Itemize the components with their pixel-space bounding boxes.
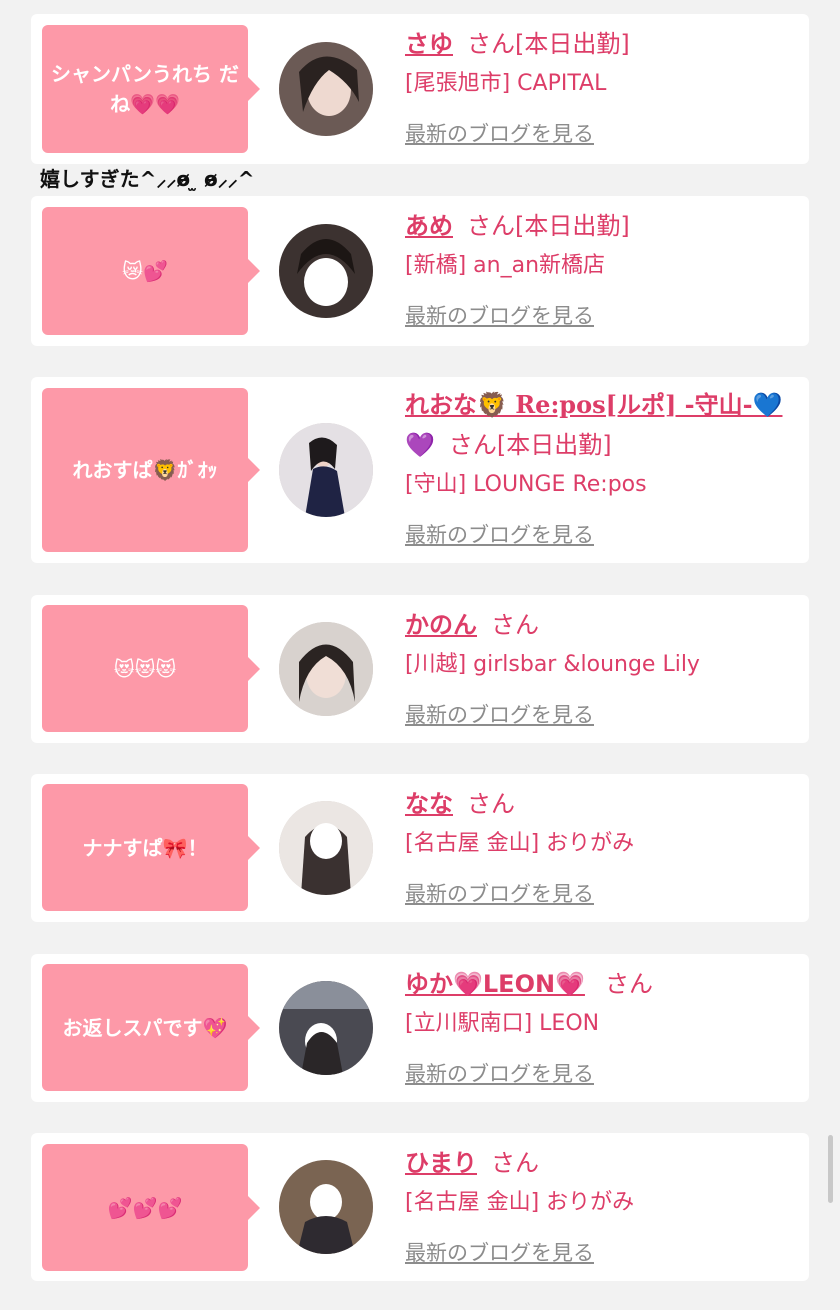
caption-text: 嬉しすぎた^⸝⸝ɵ̷ ̫ ɵ̷⸝⸝^ <box>40 167 255 191</box>
message-bubble: 😻😻😻 <box>42 605 260 732</box>
name-line: なな さん <box>405 784 795 824</box>
name-line: かのん さん <box>405 605 795 645</box>
honorific: さん <box>491 1149 539 1177</box>
name-line: ゆか💗LEON💗 さん <box>405 964 795 1004</box>
honorific: さん <box>604 970 653 998</box>
message-bubble: 😿💕 <box>42 207 260 335</box>
shop-label: [名古屋 金山] おりがみ <box>405 831 635 856</box>
blog-link[interactable]: 最新のブログを見る <box>405 1054 594 1094</box>
cast-name-link[interactable]: ゆか💗LEON💗 <box>405 970 585 998</box>
blog-card: 😻😻😻 かのん さん [川越] girlsbar &lounge Lily 最新の… <box>31 595 809 743</box>
cast-info: さゆ さん[本日出勤] [尾張旭市] CAPITAL 最新のブログを見る <box>405 24 795 154</box>
shop-label: [立川駅南口] LEON <box>405 1011 600 1036</box>
cast-info: ひまり さん [名古屋 金山] おりがみ 最新のブログを見る <box>405 1143 795 1273</box>
shop-label: [川越] girlsbar &lounge Lily <box>405 652 700 677</box>
message-bubble: れおすぱ🦁ｶﾞｵｯ <box>42 388 260 552</box>
blog-link[interactable]: 最新のブログを見る <box>405 296 594 336</box>
name-continued: 💜 <box>405 431 435 459</box>
blog-card: シャンパンうれち だね💗💗 さゆ さん[本日出勤] [尾張旭市] CAPITAL … <box>31 14 809 164</box>
name-line: ひまり さん <box>405 1143 795 1183</box>
message-bubble: シャンパンうれち だね💗💗 <box>42 25 260 153</box>
cast-info: かのん さん [川越] girlsbar &lounge Lily 最新のブログを… <box>405 605 795 735</box>
status-label: [本日出勤] <box>496 431 612 459</box>
blog-link[interactable]: 最新のブログを見る <box>405 114 594 154</box>
name-line: あめ さん[本日出勤] <box>405 206 795 246</box>
avatar[interactable] <box>279 622 373 716</box>
cast-name-link[interactable]: なな <box>405 790 453 818</box>
honorific: さん <box>467 30 515 58</box>
status-label: [本日出勤] <box>515 212 630 240</box>
blog-card: 💕💕💕 ひまり さん [名古屋 金山] おりがみ 最新のブログを見る <box>31 1133 809 1281</box>
cast-name-link[interactable]: れおな🦁 Re:pos[ルポ] -守山-💙 <box>405 390 782 419</box>
shop-label: [新橋] an_an新橋店 <box>405 253 606 278</box>
status-label: [本日出勤] <box>515 30 630 58</box>
message-bubble: ナナすぱ🎀！ <box>42 784 260 911</box>
avatar[interactable] <box>279 801 373 895</box>
blog-card: お返しスパです💖 ゆか💗LEON💗 さん [立川駅南口] LEON 最新のブログを… <box>31 954 809 1102</box>
blog-card: 😿💕 あめ さん[本日出勤] [新橋] an_an新橋店 最新のブログを見る <box>31 196 809 346</box>
honorific: さん <box>448 431 497 459</box>
avatar[interactable] <box>279 42 373 136</box>
shop-label: [名古屋 金山] おりがみ <box>405 1190 635 1215</box>
scrollbar[interactable] <box>828 1135 833 1203</box>
name-line: れおな🦁 Re:pos[ルポ] -守山-💙 <box>405 385 795 425</box>
avatar[interactable] <box>279 423 373 517</box>
blog-link[interactable]: 最新のブログを見る <box>405 695 594 735</box>
shop-label: [尾張旭市] CAPITAL <box>405 71 607 96</box>
avatar[interactable] <box>279 224 373 318</box>
cast-name-link[interactable]: さゆ <box>405 30 453 58</box>
honorific: さん <box>467 790 515 818</box>
cast-info: ゆか💗LEON💗 さん [立川駅南口] LEON 最新のブログを見る <box>405 964 795 1094</box>
avatar[interactable] <box>279 981 373 1075</box>
name-line: さゆ さん[本日出勤] <box>405 24 795 64</box>
cast-name-link[interactable]: ひまり <box>405 1149 477 1177</box>
honorific: さん <box>467 212 515 240</box>
message-bubble: 💕💕💕 <box>42 1144 260 1271</box>
cast-name-link[interactable]: かのん <box>405 611 477 639</box>
message-bubble: お返しスパです💖 <box>42 964 260 1091</box>
name-line-continued: 💜 さん[本日出勤] <box>405 425 795 465</box>
blog-link[interactable]: 最新のブログを見る <box>405 515 594 555</box>
honorific: さん <box>491 611 539 639</box>
cast-name-link[interactable]: あめ <box>405 212 453 240</box>
shop-label: [守山] LOUNGE Re:pos <box>405 472 647 497</box>
avatar[interactable] <box>279 1160 373 1254</box>
cast-info: あめ さん[本日出勤] [新橋] an_an新橋店 最新のブログを見る <box>405 206 795 336</box>
blog-link[interactable]: 最新のブログを見る <box>405 874 594 914</box>
blog-card: ナナすぱ🎀！ なな さん [名古屋 金山] おりがみ 最新のブログを見る <box>31 774 809 922</box>
cast-info: れおな🦁 Re:pos[ルポ] -守山-💙 💜 さん[本日出勤] [守山] LOU… <box>405 385 795 555</box>
blog-card: れおすぱ🦁ｶﾞｵｯ れおな🦁 Re:pos[ルポ] -守山-💙 💜 さん[本日出勤… <box>31 377 809 563</box>
blog-link[interactable]: 最新のブログを見る <box>405 1233 594 1273</box>
cast-info: なな さん [名古屋 金山] おりがみ 最新のブログを見る <box>405 784 795 914</box>
